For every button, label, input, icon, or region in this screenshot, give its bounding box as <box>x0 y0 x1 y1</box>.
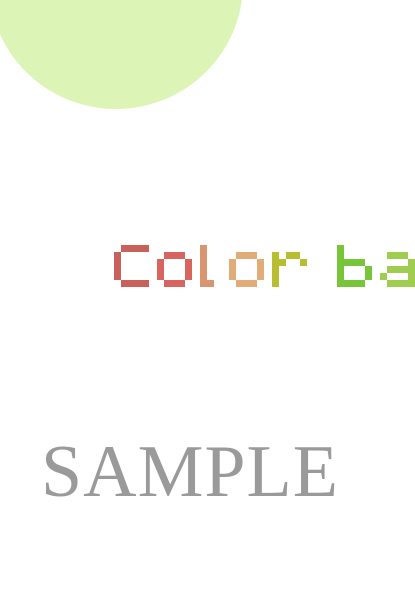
title-pixel <box>164 280 171 287</box>
title-pixel <box>300 259 307 266</box>
title-pixel <box>272 266 279 273</box>
title-pixel <box>121 280 128 287</box>
title-pixel <box>337 245 344 252</box>
title-pixel <box>293 252 300 259</box>
title-pixel <box>185 259 192 266</box>
title-pixel <box>142 280 149 287</box>
title-pixel <box>207 280 214 287</box>
title-pixel <box>135 280 142 287</box>
title-pixel <box>250 280 257 287</box>
title-pixel <box>387 266 394 273</box>
title-letter-2 <box>157 252 192 287</box>
title-pixel <box>380 273 387 280</box>
title-pixel <box>157 273 164 280</box>
title-pixel <box>128 245 135 252</box>
title-pixel <box>394 266 401 273</box>
title-pixel <box>236 280 243 287</box>
sample-watermark: SAMPLE <box>41 431 339 513</box>
title-pixel <box>401 266 408 273</box>
title-pixel <box>135 245 142 252</box>
title-pixel <box>387 252 394 259</box>
title-pixel <box>337 252 344 259</box>
title-pixel <box>337 273 344 280</box>
decorative-ball <box>0 0 242 109</box>
title-pixel <box>200 280 207 287</box>
title-pixel <box>257 273 264 280</box>
title-pixel <box>142 245 149 252</box>
title-pixel <box>229 266 236 273</box>
title-pixel <box>114 252 121 259</box>
title-letter-7 <box>380 252 415 287</box>
title-pixel <box>257 259 264 266</box>
title-pixel <box>351 259 358 266</box>
title-pixel <box>229 273 236 280</box>
title-pixel <box>337 280 344 287</box>
title-pixel <box>128 280 135 287</box>
title-pixel <box>200 252 207 259</box>
title-pixel <box>337 266 344 273</box>
title-pixel <box>358 259 365 266</box>
pixel-title-letters <box>114 245 415 287</box>
title-pixel <box>200 266 207 273</box>
title-pixel <box>185 266 192 273</box>
title-pixel <box>408 280 415 287</box>
title-pixel <box>272 259 279 266</box>
title-pixel <box>272 252 279 259</box>
title-pixel <box>114 259 121 266</box>
title-pixel <box>358 280 365 287</box>
title-pixel <box>365 266 372 273</box>
game-title: Color ball <box>114 245 415 291</box>
title-pixel <box>394 252 401 259</box>
title-pixel <box>401 280 408 287</box>
title-pixel <box>387 280 394 287</box>
title-pixel <box>365 273 372 280</box>
title-pixel <box>114 266 121 273</box>
title-pixel <box>157 266 164 273</box>
title-pixel <box>272 273 279 280</box>
title-pixel <box>344 259 351 266</box>
title-pixel <box>157 259 164 266</box>
title-pixel <box>408 273 415 280</box>
title-pixel <box>337 259 344 266</box>
title-pixel <box>171 252 178 259</box>
decorative-ball-shape <box>0 0 242 109</box>
title-pixel <box>114 273 121 280</box>
title-pixel <box>279 259 286 266</box>
title-pixel <box>178 280 185 287</box>
title-pixel <box>257 266 264 273</box>
title-pixel <box>401 252 408 259</box>
title-pixel <box>408 259 415 266</box>
title-pixel <box>243 280 250 287</box>
title-pixel <box>351 280 358 287</box>
title-letter-5 <box>272 252 307 287</box>
title-pixel <box>394 280 401 287</box>
title-pixel <box>229 259 236 266</box>
title-letter-6 <box>337 245 372 287</box>
title-letter-1 <box>114 245 149 287</box>
title-letter-3 <box>200 245 214 287</box>
title-pixel <box>200 273 207 280</box>
title-pixel <box>121 245 128 252</box>
title-pixel <box>164 252 171 259</box>
title-pixel <box>178 252 185 259</box>
title-pixel <box>200 259 207 266</box>
title-pixel <box>344 280 351 287</box>
title-pixel <box>200 245 207 252</box>
title-pixel <box>250 252 257 259</box>
title-pixel <box>272 280 279 287</box>
title-pixel <box>408 266 415 273</box>
title-pixel <box>286 252 293 259</box>
title-letter-4 <box>229 252 264 287</box>
title-pixel <box>236 252 243 259</box>
title-pixel <box>171 280 178 287</box>
game-start-screen: Color ball SAMPLE <box>0 0 415 600</box>
title-pixel <box>243 252 250 259</box>
title-pixel <box>185 273 192 280</box>
